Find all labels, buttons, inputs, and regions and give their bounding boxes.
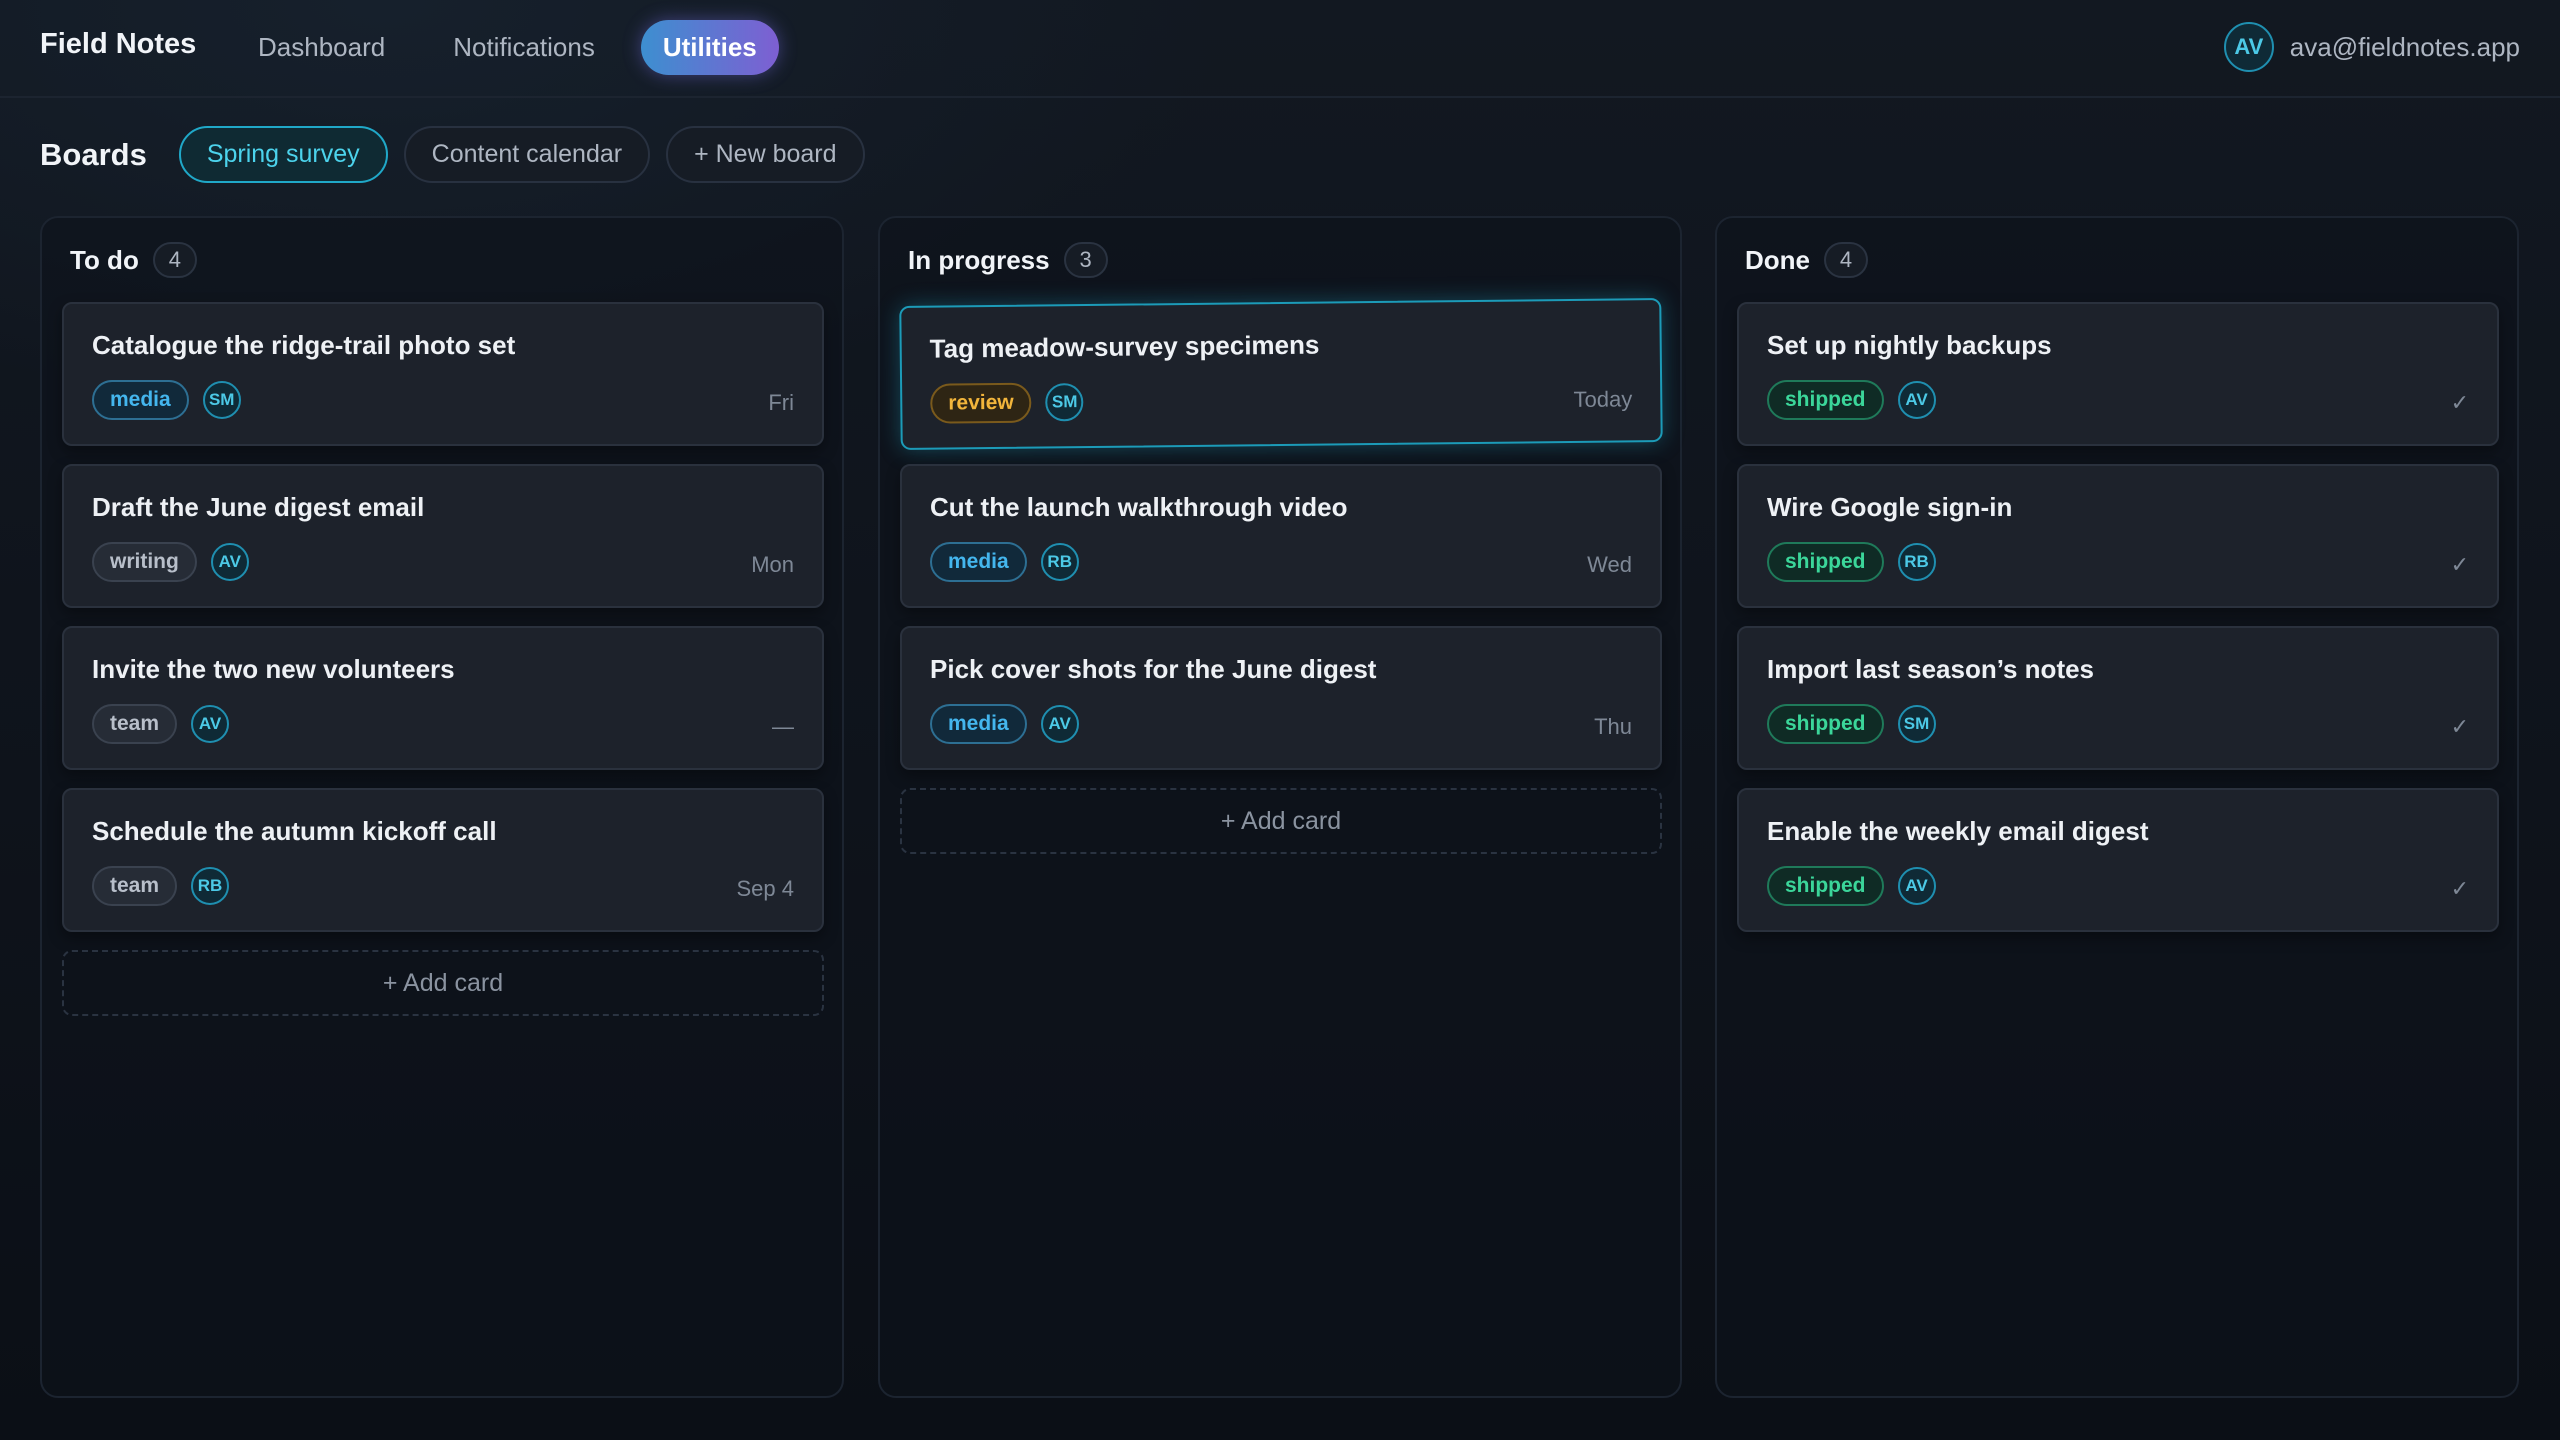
nav-notifications[interactable]: Notifications — [431, 20, 617, 75]
due-date: Mon — [751, 552, 794, 577]
assignee-avatar: RB — [1897, 543, 1936, 581]
task-card[interactable]: Catalogue the ridge-trail photo set medi… — [62, 302, 824, 446]
column-count: 4 — [152, 242, 197, 278]
tag-shipped: shipped — [1767, 542, 1884, 582]
assignee-avatar: AV — [1897, 867, 1936, 905]
tag-team: team — [92, 866, 178, 906]
tag-shipped: shipped — [1767, 704, 1884, 744]
card-meta: shipped AV — [1767, 866, 1936, 906]
card-title: Set up nightly backups — [1767, 330, 2052, 360]
card-meta: shipped AV — [1767, 380, 1936, 420]
tag-writing: writing — [92, 542, 197, 582]
card-title: Tag meadow-survey specimens — [929, 329, 1320, 364]
task-card[interactable]: Schedule the autumn kickoff call team RB… — [62, 788, 824, 932]
due-date: — — [772, 714, 794, 739]
column-count: 4 — [1824, 242, 1868, 278]
top-bar: Field Notes Dashboard Notifications Util… — [0, 0, 2560, 98]
card-title: Catalogue the ridge-trail photo set — [92, 330, 516, 360]
user-avatar[interactable]: AV — [2223, 22, 2274, 72]
card-title: Draft the June digest email — [92, 492, 425, 522]
column-title: Done — [1745, 244, 1810, 275]
due-date: Fri — [768, 390, 794, 415]
due-date: Today — [1573, 386, 1633, 412]
nav-utilities[interactable]: Utilities — [640, 20, 779, 75]
tag-media: media — [930, 542, 1027, 582]
assignee-avatar: RB — [1040, 543, 1079, 581]
task-card[interactable]: Draft the June digest email writing AV M… — [62, 464, 824, 608]
column-to-do: To do 4 Catalogue the ridge-trail photo … — [40, 216, 844, 1398]
tag-media: media — [930, 704, 1027, 744]
card-meta: media AV — [930, 704, 1079, 744]
check-icon: ✓ — [2450, 552, 2469, 577]
column-header: Done 4 — [1745, 242, 1868, 278]
tag-shipped: shipped — [1767, 380, 1884, 420]
card-title: Pick cover shots for the June digest — [930, 654, 1377, 684]
task-card[interactable]: Invite the two new volunteers team AV — — [62, 626, 824, 770]
assignee-avatar: AV — [191, 705, 230, 743]
assignee-avatar: SM — [202, 381, 241, 419]
card-title: Import last season’s notes — [1767, 654, 2095, 684]
tag-media: media — [92, 380, 189, 420]
task-card[interactable]: Wire Google sign-in shipped RB ✓ — [1737, 464, 2499, 608]
user-email[interactable]: ava@fieldnotes.app — [2290, 32, 2520, 63]
assignee-avatar: SM — [1897, 705, 1936, 743]
board-pill-spring-survey[interactable]: Spring survey — [178, 126, 388, 183]
add-card-button[interactable]: + Add card — [62, 950, 824, 1016]
assignee-avatar: AV — [210, 543, 249, 581]
column-in-progress: In progress 3 Tag meadow-survey specimen… — [878, 216, 1682, 1398]
column-count: 3 — [1063, 242, 1108, 278]
task-card[interactable]: Cut the launch walkthrough video media R… — [900, 464, 1662, 608]
assignee-avatar: AV — [1897, 381, 1936, 419]
column-title: To do — [70, 244, 139, 275]
card-title: Invite the two new volunteers — [92, 654, 455, 684]
check-icon: ✓ — [2450, 876, 2469, 901]
boards-bar: Boards Spring survey Content calendar + … — [40, 126, 865, 183]
card-meta: writing AV — [92, 542, 249, 582]
card-meta: team RB — [92, 866, 230, 906]
card-title: Enable the weekly email digest — [1767, 816, 2149, 846]
task-card-dragging[interactable]: Tag meadow-survey specimens review SM To… — [899, 298, 1663, 450]
due-date: Wed — [1587, 552, 1632, 577]
assignee-avatar: SM — [1045, 383, 1084, 422]
card-meta: shipped SM — [1767, 704, 1936, 744]
boards-title: Boards — [40, 136, 147, 172]
nav-dashboard[interactable]: Dashboard — [236, 20, 407, 75]
tag-team: team — [92, 704, 178, 744]
app-brand[interactable]: Field Notes — [40, 28, 196, 61]
task-card[interactable]: Set up nightly backups shipped AV ✓ — [1737, 302, 2499, 446]
column-title: In progress — [908, 244, 1050, 275]
task-card[interactable]: Enable the weekly email digest shipped A… — [1737, 788, 2499, 932]
card-meta: media SM — [92, 380, 241, 420]
tag-shipped: shipped — [1767, 866, 1884, 906]
column-header: In progress 3 — [908, 242, 1108, 278]
column-done: Done 4 Set up nightly backups shipped AV… — [1715, 216, 2519, 1398]
assignee-avatar: RB — [191, 867, 230, 905]
card-meta: shipped RB — [1767, 542, 1936, 582]
card-title: Wire Google sign-in — [1767, 492, 2013, 522]
check-icon: ✓ — [2450, 390, 2469, 415]
user-menu[interactable]: AV ava@fieldnotes.app — [2223, 22, 2520, 72]
tag-review: review — [930, 382, 1032, 424]
task-card[interactable]: Pick cover shots for the June digest med… — [900, 626, 1662, 770]
assignee-avatar: AV — [1040, 705, 1079, 743]
task-card[interactable]: Import last season’s notes shipped SM ✓ — [1737, 626, 2499, 770]
column-header: To do 4 — [70, 242, 197, 278]
card-meta: team AV — [92, 704, 230, 744]
new-board-button[interactable]: + New board — [666, 126, 865, 183]
due-date: Thu — [1594, 714, 1632, 739]
due-date: Sep 4 — [736, 876, 795, 901]
card-meta: media RB — [930, 542, 1079, 582]
card-title: Cut the launch walkthrough video — [930, 492, 1348, 522]
check-icon: ✓ — [2450, 714, 2469, 739]
add-card-button[interactable]: + Add card — [900, 788, 1662, 854]
main-nav: Dashboard Notifications Utilities — [236, 20, 779, 75]
card-meta: review SM — [930, 382, 1084, 424]
board-pill-content-calendar[interactable]: Content calendar — [403, 126, 651, 183]
card-title: Schedule the autumn kickoff call — [92, 816, 497, 846]
